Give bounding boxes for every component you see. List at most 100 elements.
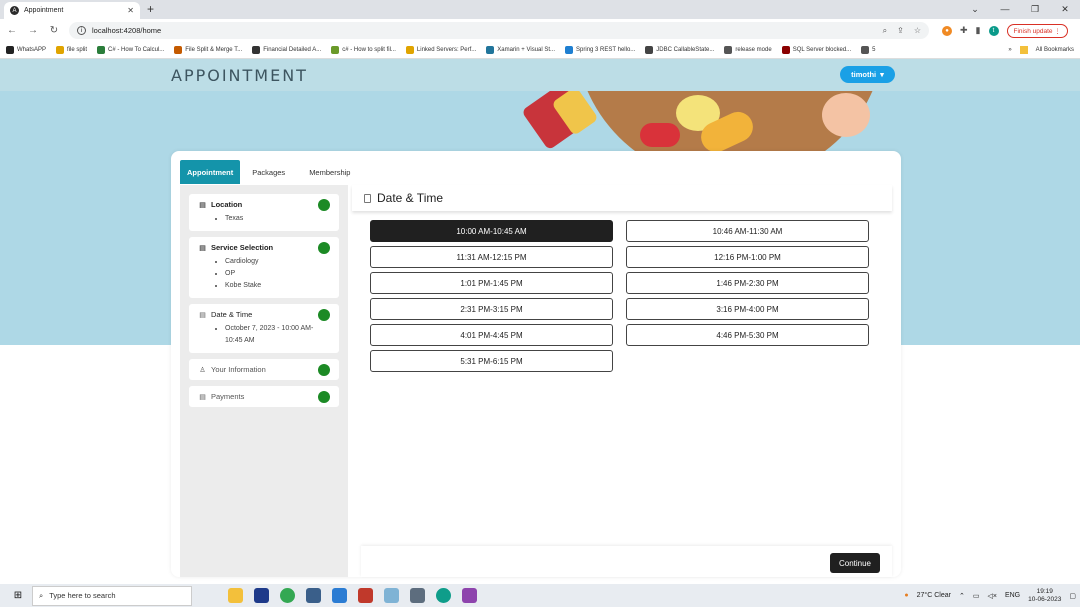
bookmark-label: Financial Detailed A...: [263, 47, 322, 53]
bookmark-item[interactable]: JDBC CallableState...: [645, 46, 714, 54]
step-service-selection[interactable]: ▤ Service Selection Cardiology OP Kobe St…: [189, 237, 339, 298]
close-window-icon[interactable]: ✕: [1050, 0, 1080, 19]
minimize-icon[interactable]: —: [990, 0, 1020, 19]
new-tab-icon[interactable]: +: [147, 2, 154, 16]
all-bookmarks[interactable]: » All Bookmarks: [1008, 46, 1074, 54]
info-icon[interactable]: i: [77, 26, 86, 35]
network-icon[interactable]: ▭: [973, 592, 980, 600]
winrar-icon[interactable]: [462, 588, 477, 603]
filezilla-icon[interactable]: [358, 588, 373, 603]
step-location[interactable]: ▤ Location Texas: [189, 194, 339, 231]
bookmark-item[interactable]: Xamarin + Visual St...: [486, 46, 555, 54]
taskbar-search[interactable]: ⌕ Type here to search: [32, 585, 192, 606]
bookmark-item[interactable]: file split: [56, 46, 87, 54]
bookmark-label: release mode: [735, 47, 772, 53]
step-title: Your Information: [211, 365, 266, 374]
user-icon: ♙: [199, 366, 206, 374]
language-indicator[interactable]: ENG: [1005, 592, 1020, 599]
puzzle-icon[interactable]: ✚: [960, 25, 968, 36]
chrome-icon[interactable]: [280, 588, 295, 603]
bookmark-favicon-icon: [724, 46, 733, 54]
share-icon[interactable]: ⇪: [897, 26, 904, 36]
continue-button[interactable]: Continue: [829, 553, 880, 573]
bookmark-item[interactable]: SQL Server blocked...: [781, 46, 851, 54]
sidepanel-icon[interactable]: ▮: [976, 25, 981, 36]
bookmark-label: Xamarin + Visual St...: [497, 47, 556, 53]
reload-icon[interactable]: ↻: [48, 25, 60, 36]
bookmark-item[interactable]: 5: [861, 46, 876, 54]
ssms-icon[interactable]: [306, 588, 321, 603]
bookmark-item[interactable]: File Split & Merge T...: [174, 46, 242, 54]
time-slot-button[interactable]: 12:16 PM-1:00 PM: [626, 246, 869, 268]
clock[interactable]: 19:19 10-06-2023: [1028, 588, 1061, 604]
app-icon[interactable]: [384, 588, 399, 603]
star-icon[interactable]: ☆: [914, 26, 921, 36]
clock-time: 19:19: [1036, 587, 1053, 595]
time-slot-button[interactable]: 4:01 PM-4:45 PM: [370, 324, 613, 346]
notifications-icon[interactable]: ▢: [1069, 592, 1076, 600]
browser-tab[interactable]: A Appointment ✕: [4, 2, 140, 19]
photoshop-icon[interactable]: [254, 588, 269, 603]
edge-icon[interactable]: [436, 588, 451, 603]
time-slot-button[interactable]: 11:31 AM-12:15 PM: [370, 246, 613, 268]
restore-icon[interactable]: ❐: [1020, 0, 1050, 19]
bookmark-item[interactable]: release mode: [724, 46, 772, 54]
calendar-icon: [364, 193, 371, 203]
windows-start-icon[interactable]: ⊞: [4, 590, 32, 601]
calendar-icon: ▤: [199, 311, 206, 319]
time-slot-button[interactable]: 2:31 PM-3:15 PM: [370, 298, 613, 320]
overflow-icon[interactable]: »: [1008, 47, 1011, 53]
browser-tab-strip: A Appointment ✕ + ⌄ — ❐ ✕: [0, 0, 1080, 19]
tab-packages[interactable]: Packages: [240, 160, 297, 184]
file-explorer-icon[interactable]: [228, 588, 243, 603]
time-slot-button[interactable]: 5:31 PM-6:15 PM: [370, 350, 613, 372]
tab-membership[interactable]: Membership: [297, 160, 362, 184]
bookmark-item[interactable]: Spring 3 REST hello...: [565, 46, 635, 54]
time-slot-button[interactable]: 1:01 PM-1:45 PM: [370, 272, 613, 294]
weather-text[interactable]: 27°C Clear: [917, 592, 951, 599]
date-time-header: Date & Time: [352, 185, 892, 211]
time-slot-grid: 10:00 AM-10:45 AM 10:46 AM-11:30 AM 11:31 …: [370, 220, 869, 372]
step-payments[interactable]: ▤ Payments: [189, 386, 339, 407]
time-slot-button[interactable]: 10:00 AM-10:45 AM: [370, 220, 613, 242]
browser-chrome: A Appointment ✕ + ⌄ — ❐ ✕ ← → ↻ i localh…: [0, 0, 1080, 59]
profile-avatar[interactable]: t: [988, 25, 999, 36]
all-bookmarks-label: All Bookmarks: [1035, 47, 1074, 53]
step-your-information[interactable]: ♙ Your Information: [189, 359, 339, 380]
bookmark-item[interactable]: WhatsAPP: [6, 46, 46, 54]
step-complete-indicator: [318, 242, 330, 254]
calculator-icon[interactable]: [410, 588, 425, 603]
extension-icon[interactable]: ●: [942, 25, 952, 36]
volume-icon[interactable]: ◁×: [987, 592, 996, 600]
search-placeholder: Type here to search: [49, 591, 116, 600]
bookmark-item[interactable]: Financial Detailed A...: [252, 46, 321, 54]
bookmark-item[interactable]: Linked Servers: Perf...: [405, 46, 476, 54]
bookmark-item[interactable]: C# - How To Calcul...: [97, 46, 164, 54]
user-menu-button[interactable]: timothi ▾: [840, 66, 895, 83]
vscode-icon[interactable]: [332, 588, 347, 603]
app-page: APPOINTMENT timothi ▾ Appointment Packag…: [0, 59, 1080, 584]
step-title: Service Selection: [211, 243, 274, 252]
browser-toolbar: ← → ↻ i localhost:4208/home ⌕ ⇪ ☆ ● ✚ ▮ …: [0, 19, 1080, 42]
zoom-icon[interactable]: ⌕: [883, 26, 887, 36]
time-slot-button[interactable]: 3:16 PM-4:00 PM: [626, 298, 869, 320]
bookmark-item[interactable]: c# - How to split fil...: [331, 46, 396, 54]
step-title: Date & Time: [211, 310, 253, 319]
tab-appointment[interactable]: Appointment: [180, 160, 241, 184]
address-bar[interactable]: i localhost:4208/home ⌕ ⇪ ☆: [69, 22, 929, 39]
clock-date: 10-06-2023: [1028, 595, 1062, 603]
time-slot-button[interactable]: 4:46 PM-5:30 PM: [626, 324, 869, 346]
time-slot-button[interactable]: 1:46 PM-2:30 PM: [626, 272, 869, 294]
chevron-down-icon[interactable]: ⌄: [960, 0, 990, 19]
chevron-up-icon[interactable]: ⌃: [959, 592, 965, 600]
forward-icon[interactable]: →: [27, 25, 39, 36]
close-tab-icon[interactable]: ✕: [127, 6, 134, 15]
step-date-time[interactable]: ▤ Date & Time October 7, 2023 - 10:00 AM-…: [189, 304, 339, 353]
finish-update-label: Finish update: [1013, 27, 1053, 35]
time-slot-button[interactable]: 10:46 AM-11:30 AM: [626, 220, 869, 242]
bookmark-favicon-icon: [174, 46, 183, 54]
app-brand: APPOINTMENT: [171, 66, 308, 85]
finish-update-button[interactable]: Finish update ⋮: [1006, 23, 1068, 38]
weather-icon: ●: [904, 592, 909, 599]
back-icon[interactable]: ←: [6, 25, 18, 36]
